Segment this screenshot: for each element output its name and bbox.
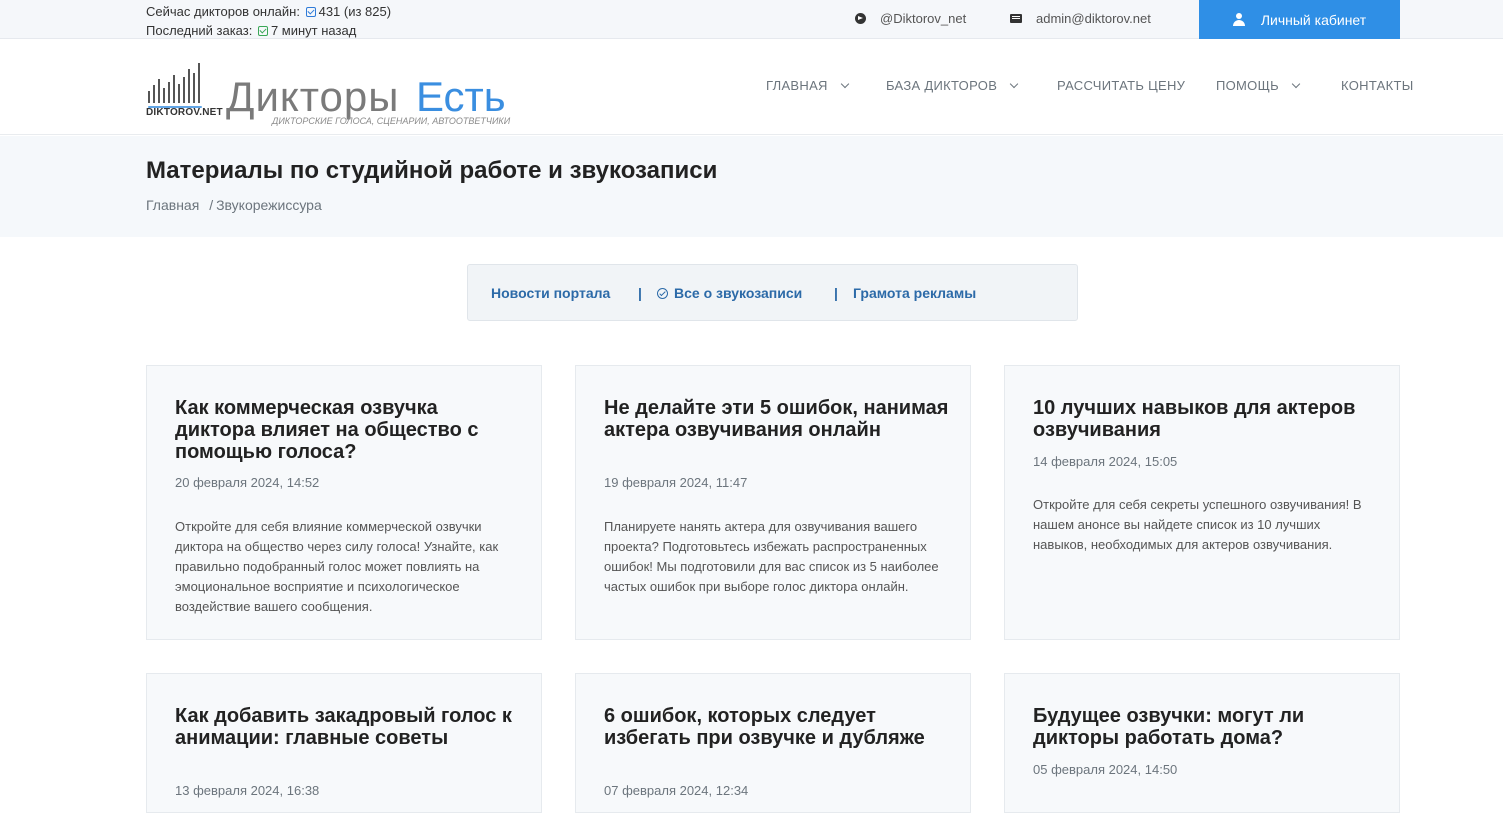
article-card[interactable]: Как коммерческая озвучка диктора влияет … xyxy=(146,365,542,640)
logo-tagline: ДИКТОРСКИЕ ГОЛОСА, СЦЕНАРИИ, АВТООТВЕТЧИ… xyxy=(271,116,511,126)
nav-item-label: РАССЧИТАТЬ ЦЕНУ xyxy=(1057,78,1186,93)
article-card[interactable]: 10 лучших навыков для актеров озвучивани… xyxy=(1004,365,1400,640)
breadcrumb: Главная / Звукорежиссура xyxy=(146,197,322,213)
article-title[interactable]: 6 ошибок, которых следует избегать при о… xyxy=(604,705,949,749)
chevron-down-icon xyxy=(1291,79,1301,88)
article-title[interactable]: 10 лучших навыков для актеров озвучивани… xyxy=(1033,397,1378,441)
filter-separator: | xyxy=(638,285,642,301)
online-label: Сейчас дикторов онлайн: xyxy=(146,4,300,19)
top-bar: Сейчас дикторов онлайн: 431 (из 825) Пос… xyxy=(0,0,1503,39)
nav-item-label: ПОМОЩЬ xyxy=(1216,78,1279,93)
article-date: 13 февраля 2024, 16:38 xyxy=(175,783,320,798)
checkbox-icon xyxy=(257,26,268,36)
logo-main-gray: Дикторы xyxy=(226,73,399,120)
online-stat: Сейчас дикторов онлайн: 431 (из 825) xyxy=(146,2,391,21)
check-circle-icon xyxy=(657,288,668,299)
breadcrumb-current: Звукорежиссура xyxy=(216,197,322,213)
site-header: Дикторы Есть ДИКТОРСКИЕ ГОЛОСА, СЦЕНАРИИ… xyxy=(0,39,1503,135)
email-icon xyxy=(1010,14,1022,23)
nav-item-calculate-price[interactable]: РАССЧИТАТЬ ЦЕНУ xyxy=(1057,78,1185,93)
checkbox-icon xyxy=(305,7,316,17)
filter-label: Все о звукозаписи xyxy=(674,285,803,301)
site-stats: Сейчас дикторов онлайн: 431 (из 825) Пос… xyxy=(146,2,391,40)
article-title[interactable]: Как добавить закадровый голос к анимации… xyxy=(175,705,520,749)
article-title[interactable]: Не делайте эти 5 ошибок, нанимая актера … xyxy=(604,397,949,441)
last-order-stat: Последний заказ: 7 минут назад xyxy=(146,21,391,40)
filter-news[interactable]: Новости портала xyxy=(491,285,610,301)
article-date: 20 февраля 2024, 14:52 xyxy=(175,475,320,490)
nav-item-label: БАЗА ДИКТОРОВ xyxy=(886,78,998,93)
cabinet-button-label: Личный кабинет xyxy=(1260,11,1367,28)
page-title-section: Материалы по студийной работе и звукозап… xyxy=(0,136,1503,237)
article-date: 14 февраля 2024, 15:05 xyxy=(1033,454,1178,469)
chevron-down-icon xyxy=(1009,79,1019,88)
logo-main-blue: Есть xyxy=(416,73,506,120)
article-card[interactable]: Будущее озвучки: могут ли дикторы работа… xyxy=(1004,673,1400,813)
breadcrumb-separator: / xyxy=(209,197,214,213)
telegram-icon xyxy=(855,13,866,24)
nav-item-contacts[interactable]: КОНТАКТЫ xyxy=(1341,78,1414,93)
user-icon xyxy=(1232,13,1245,26)
nav-item-label: КОНТАКТЫ xyxy=(1341,78,1414,93)
last-order-label: Последний заказ: xyxy=(146,23,253,38)
online-value: 431 (из 825) xyxy=(318,4,392,19)
nav-item-home[interactable]: ГЛАВНАЯ xyxy=(766,78,849,93)
telegram-link[interactable]: @Diktorov_net xyxy=(855,11,966,26)
article-card[interactable]: Не делайте эти 5 ошибок, нанимая актера … xyxy=(575,365,971,640)
article-excerpt: Планируете нанять актера для озвучивания… xyxy=(604,519,939,594)
filter-separator: | xyxy=(834,285,838,301)
chevron-down-icon xyxy=(840,79,849,88)
article-excerpt: Откройте для себя секреты успешного озву… xyxy=(1033,497,1362,552)
logo-small-text: DIKTOROV.NET xyxy=(146,107,223,118)
article-date: 05 февраля 2024, 14:50 xyxy=(1033,762,1178,777)
breadcrumb-home-link[interactable]: Главная xyxy=(146,197,199,213)
article-title[interactable]: Будущее озвучки: могут ли дикторы работа… xyxy=(1033,705,1378,749)
personal-cabinet-button[interactable]: Личный кабинет xyxy=(1199,0,1400,39)
email-address: admin@diktorov.net xyxy=(1036,11,1151,26)
article-date: 19 февраля 2024, 11:47 xyxy=(604,475,748,490)
category-filter: Новости портала | Все о звукозаписи | Гр… xyxy=(467,264,1078,321)
article-card[interactable]: Как добавить закадровый голос к анимации… xyxy=(146,673,542,813)
last-order-value: 7 минут назад xyxy=(270,23,357,38)
article-date: 07 февраля 2024, 12:34 xyxy=(604,783,749,798)
site-logo[interactable]: Дикторы Есть ДИКТОРСКИЕ ГОЛОСА, СЦЕНАРИИ… xyxy=(146,55,526,126)
filter-ad-literacy[interactable]: Грамота рекламы xyxy=(853,285,976,301)
filter-sound-recording[interactable]: Все о звукозаписи xyxy=(657,285,802,301)
article-card[interactable]: 6 ошибок, которых следует избегать при о… xyxy=(575,673,971,813)
article-excerpt: Откройте для себя влияние коммерческой о… xyxy=(175,519,499,614)
page-title: Материалы по студийной работе и звукозап… xyxy=(146,157,718,184)
email-link[interactable]: admin@diktorov.net xyxy=(1010,11,1151,26)
nav-item-voice-base[interactable]: БАЗА ДИКТОРОВ xyxy=(886,78,1019,93)
nav-item-help[interactable]: ПОМОЩЬ xyxy=(1216,78,1301,93)
article-title[interactable]: Как коммерческая озвучка диктора влияет … xyxy=(175,397,520,463)
telegram-handle: @Diktorov_net xyxy=(880,11,967,26)
nav-item-label: ГЛАВНАЯ xyxy=(766,78,828,93)
